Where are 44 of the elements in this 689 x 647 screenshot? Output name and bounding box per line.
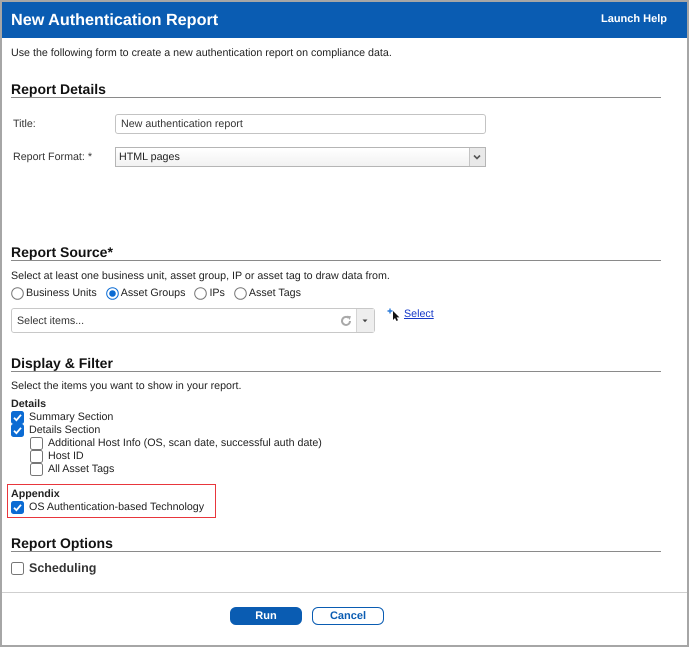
radio-label: Asset Groups bbox=[120, 286, 186, 300]
field-label: Title: bbox=[12, 118, 37, 130]
checkbox-label: Summary Section bbox=[29, 411, 114, 424]
checkbox-label: All Asset Tags bbox=[48, 463, 114, 476]
radio-label: Asset Tags bbox=[248, 286, 301, 300]
intro-text: Use the following form to create a new authentication report on compliance data. bbox=[11, 47, 392, 60]
instruction-text: Select the items you want to show in your report. bbox=[11, 380, 242, 393]
section-heading: Display & Filter bbox=[11, 355, 113, 371]
radio-label: IPs bbox=[209, 286, 225, 300]
refresh-icon[interactable] bbox=[340, 314, 352, 326]
title-input[interactable]: New authentication report bbox=[115, 114, 486, 134]
checkbox-label: Additional Host Info (OS, scan date, successful auth date) bbox=[48, 437, 322, 450]
cancel-button[interactable]: Cancel bbox=[312, 607, 384, 625]
section-heading: Report Details bbox=[11, 81, 106, 97]
checkbox[interactable] bbox=[11, 562, 24, 574]
instruction-text: Select at least one business unit, asset group, IP or asset tag to draw data from. bbox=[11, 270, 390, 283]
run-button[interactable]: Run bbox=[230, 607, 302, 625]
field-label: Report Format: * bbox=[12, 151, 93, 163]
radio-button[interactable] bbox=[106, 286, 119, 300]
help-link[interactable]: Launch Help bbox=[600, 12, 667, 26]
checkbox[interactable] bbox=[30, 437, 43, 450]
window-title: New Authentication Report bbox=[11, 10, 218, 30]
chevron-down-icon bbox=[469, 148, 485, 166]
checkbox[interactable] bbox=[30, 463, 43, 476]
checkbox-label: Details Section bbox=[29, 424, 100, 437]
checkbox-label: Host ID bbox=[48, 450, 84, 463]
section-heading: Report Options bbox=[11, 535, 113, 551]
plus-pointer-icon bbox=[387, 308, 401, 321]
radio-label: Business Units bbox=[26, 286, 97, 300]
radio-button[interactable] bbox=[11, 286, 24, 300]
group-title: Appendix bbox=[11, 488, 60, 501]
radio-button[interactable] bbox=[234, 286, 247, 300]
group-title: Details bbox=[11, 398, 46, 411]
checkbox-label: Scheduling bbox=[29, 562, 96, 574]
checkbox[interactable] bbox=[11, 424, 24, 437]
checkbox[interactable] bbox=[11, 501, 24, 514]
section-heading: Report Source* bbox=[11, 244, 113, 260]
radio-button[interactable] bbox=[194, 286, 208, 300]
select-link[interactable]: Select bbox=[404, 308, 434, 321]
checkbox[interactable] bbox=[30, 450, 43, 463]
format-select[interactable]: HTML pages bbox=[115, 147, 486, 167]
checkbox[interactable] bbox=[11, 411, 24, 424]
checkbox-label: OS Authentication-based Technology bbox=[29, 501, 204, 514]
items-field[interactable]: Select items... bbox=[11, 308, 375, 333]
